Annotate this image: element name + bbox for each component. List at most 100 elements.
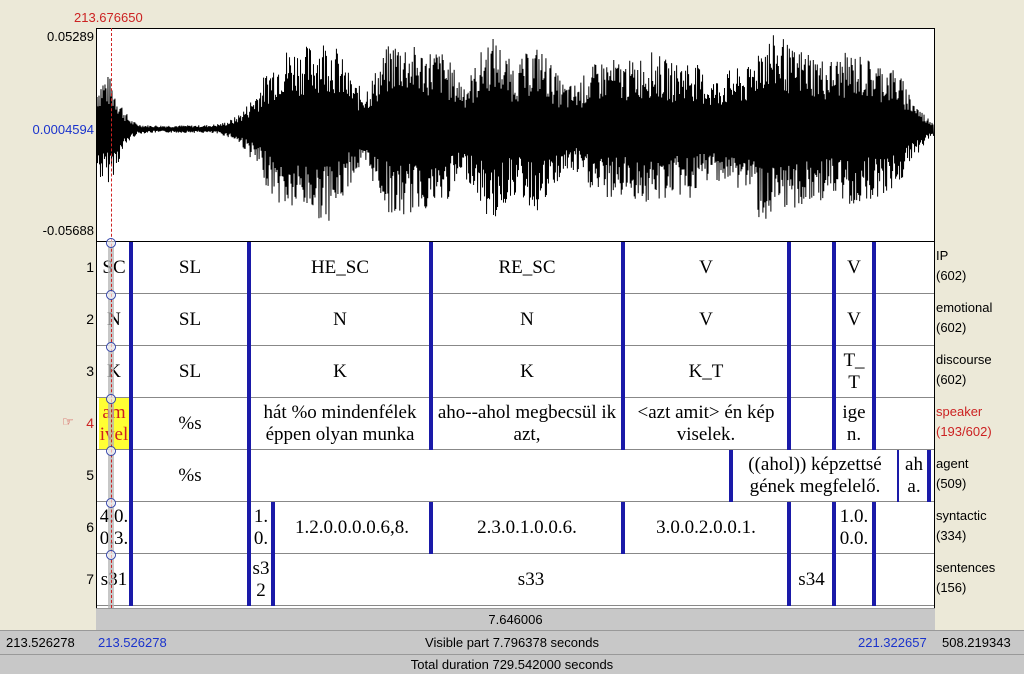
tier-name-IP[interactable]: IP (602): [936, 246, 966, 286]
tier-number[interactable]: 2: [72, 311, 94, 327]
interval-boundary[interactable]: [787, 398, 791, 450]
selection-duration-bar[interactable]: 7.646006: [96, 608, 935, 630]
cursor-handle[interactable]: [106, 394, 116, 404]
interval-sentences[interactable]: [133, 554, 247, 605]
interval-emotional[interactable]: N: [251, 294, 429, 345]
interval-boundary[interactable]: [429, 346, 433, 398]
interval-boundary[interactable]: [129, 242, 133, 294]
interval-boundary[interactable]: [621, 398, 625, 450]
interval-boundary[interactable]: [429, 502, 433, 554]
tier-number[interactable]: 6: [72, 519, 94, 535]
tier-row-emotional[interactable]: N SL N N V V: [97, 294, 934, 346]
tier-number[interactable]: 3: [72, 363, 94, 379]
interval-boundary[interactable]: [832, 502, 836, 554]
interval-boundary[interactable]: [872, 294, 876, 346]
interval-speaker[interactable]: <azt amit> én kép viselek.: [625, 398, 787, 449]
interval-boundary[interactable]: [429, 242, 433, 294]
interval-boundary[interactable]: [872, 346, 876, 398]
interval-sentences[interactable]: s34: [791, 554, 832, 605]
tier-number[interactable]: 1: [72, 259, 94, 275]
interval-boundary[interactable]: [247, 294, 251, 346]
interval-boundary[interactable]: [247, 346, 251, 398]
interval-boundary[interactable]: [621, 294, 625, 346]
interval-syntactic[interactable]: [133, 502, 247, 553]
interval-boundary[interactable]: [832, 346, 836, 398]
interval-discourse[interactable]: K: [99, 346, 129, 397]
interval-boundary[interactable]: [872, 242, 876, 294]
interval-sentences[interactable]: s33: [275, 554, 787, 605]
tier-row-syntactic[interactable]: 4.0. 0.3. 1. 0. 1.2.0.0.0.0.6,8. 2.3.0.1.0.…: [97, 502, 934, 554]
interval-agent[interactable]: [251, 450, 729, 501]
interval-emotional[interactable]: V: [625, 294, 787, 345]
cursor-handle[interactable]: [106, 342, 116, 352]
interval-discourse[interactable]: K: [251, 346, 429, 397]
tier-row-sentences[interactable]: s31 s3 2 s33 s34: [97, 554, 934, 606]
interval-boundary[interactable]: [271, 554, 275, 606]
tier-number[interactable]: 5: [72, 467, 94, 483]
cursor-handle[interactable]: [106, 550, 116, 560]
interval-boundary[interactable]: [621, 346, 625, 398]
tier-name-discourse[interactable]: discourse (602): [936, 350, 992, 390]
interval-boundary[interactable]: [927, 450, 931, 502]
interval-boundary[interactable]: [621, 502, 625, 554]
interval-boundary[interactable]: [787, 346, 791, 398]
interval-boundary[interactable]: [832, 554, 836, 606]
tier-name-sentences[interactable]: sentences (156): [936, 558, 995, 598]
interval-IP[interactable]: [791, 242, 832, 293]
interval-agent[interactable]: %s: [133, 450, 247, 501]
interval-boundary[interactable]: [787, 294, 791, 346]
interval-discourse[interactable]: [791, 346, 832, 397]
interval-syntactic[interactable]: 3.0.0.2.0.0.1.: [625, 502, 787, 553]
interval-boundary[interactable]: [271, 502, 275, 554]
interval-discourse[interactable]: K_T: [625, 346, 787, 397]
interval-boundary[interactable]: [872, 398, 876, 450]
interval-boundary[interactable]: [429, 294, 433, 346]
interval-discourse[interactable]: T_ T: [836, 346, 872, 397]
interval-IP[interactable]: V: [625, 242, 787, 293]
interval-boundary[interactable]: [832, 398, 836, 450]
interval-emotional[interactable]: N: [433, 294, 621, 345]
waveform-panel[interactable]: [96, 28, 935, 242]
interval-syntactic[interactable]: 4.0. 0.3.: [99, 502, 129, 553]
interval-syntactic[interactable]: 1.0. 0.0.: [836, 502, 872, 553]
interval-syntactic[interactable]: 1. 0.: [251, 502, 271, 553]
interval-sentences[interactable]: [836, 554, 872, 605]
tier-name-syntactic[interactable]: syntactic (334): [936, 506, 987, 546]
interval-boundary[interactable]: [787, 502, 791, 554]
interval-IP[interactable]: HE_SC: [251, 242, 429, 293]
interval-syntactic[interactable]: 1.2.0.0.0.0.6,8.: [275, 502, 429, 553]
interval-boundary[interactable]: [729, 450, 733, 502]
interval-boundary[interactable]: [429, 398, 433, 450]
interval-sentences[interactable]: s3 2: [251, 554, 271, 605]
tier-row-agent[interactable]: %s ((ahol)) képzettsé gének megfelelő. ah …: [97, 450, 934, 502]
interval-boundary[interactable]: [787, 554, 791, 606]
interval-boundary[interactable]: [129, 294, 133, 346]
interval-IP[interactable]: V: [836, 242, 872, 293]
tier-name-agent[interactable]: agent (509): [936, 454, 969, 494]
interval-boundary[interactable]: [129, 398, 133, 450]
tier-name-emotional[interactable]: emotional (602): [936, 298, 992, 338]
tier-row-discourse[interactable]: K SL K K K_T T_ T: [97, 346, 934, 398]
interval-discourse[interactable]: [876, 346, 934, 397]
interval-sentences[interactable]: s31: [99, 554, 129, 605]
interval-agent[interactable]: ((ahol)) képzettsé gének megfelelő.: [733, 450, 897, 501]
interval-boundary[interactable]: [247, 242, 251, 294]
interval-syntactic[interactable]: [791, 502, 832, 553]
interval-boundary[interactable]: [247, 398, 251, 450]
interval-IP[interactable]: SC: [99, 242, 129, 293]
interval-agent[interactable]: [931, 450, 934, 501]
interval-boundary[interactable]: [621, 242, 625, 294]
interval-syntactic[interactable]: 2.3.0.1.0.0.6.: [433, 502, 621, 553]
interval-boundary[interactable]: [832, 242, 836, 294]
interval-speaker[interactable]: [791, 398, 832, 449]
interval-agent[interactable]: [99, 450, 129, 501]
interval-boundary[interactable]: [787, 242, 791, 294]
cursor-handle[interactable]: [106, 446, 116, 456]
tier-number[interactable]: 7: [72, 571, 94, 587]
interval-emotional[interactable]: [791, 294, 832, 345]
interval-boundary[interactable]: [129, 450, 133, 502]
interval-speaker[interactable]: %s: [133, 398, 247, 449]
tier-name-speaker[interactable]: speaker (193/602): [936, 402, 992, 442]
interval-speaker[interactable]: am ivel: [99, 398, 129, 449]
interval-boundary[interactable]: [247, 450, 251, 502]
